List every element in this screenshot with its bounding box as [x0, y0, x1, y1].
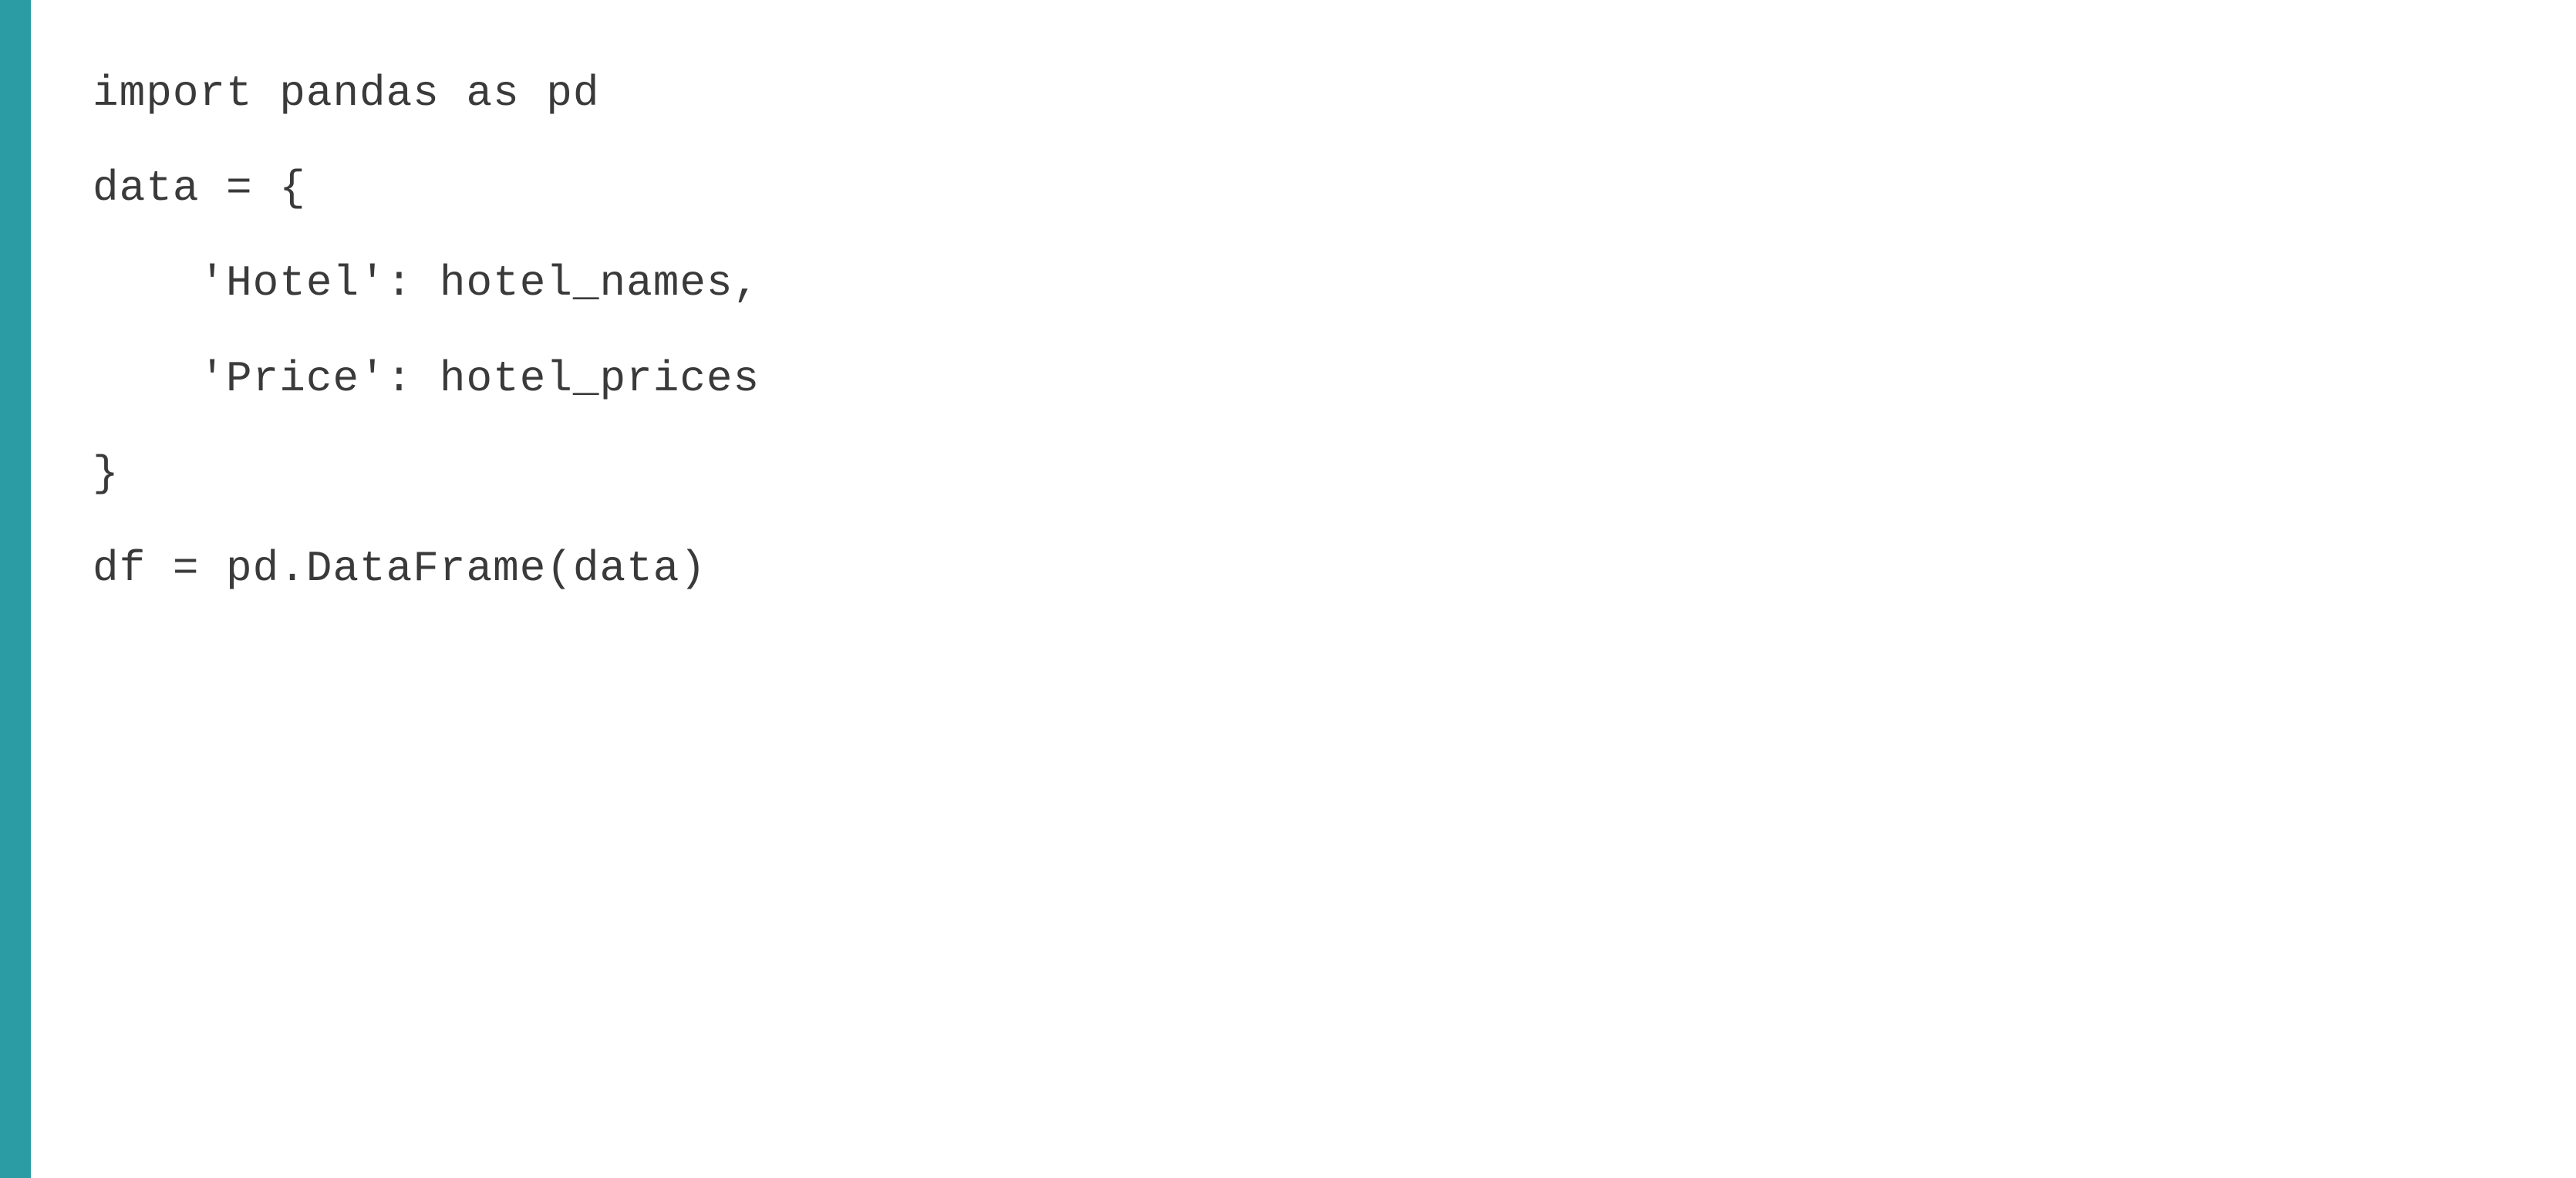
- accent-bar: [0, 0, 31, 1178]
- code-snippet-area: import pandas as pd data = { 'Hotel': ho…: [31, 0, 2576, 1178]
- page-container: import pandas as pd data = { 'Hotel': ho…: [0, 0, 2576, 1178]
- code-line-price-key: 'Price': hotel_prices: [93, 332, 2514, 427]
- code-line-dataframe: df = pd.DataFrame(data): [93, 521, 2514, 616]
- code-line-import: import pandas as pd: [93, 46, 2514, 141]
- code-line-data-open: data = {: [93, 141, 2514, 236]
- code-line-data-close: }: [93, 427, 2514, 521]
- code-line-hotel-key: 'Hotel': hotel_names,: [93, 236, 2514, 331]
